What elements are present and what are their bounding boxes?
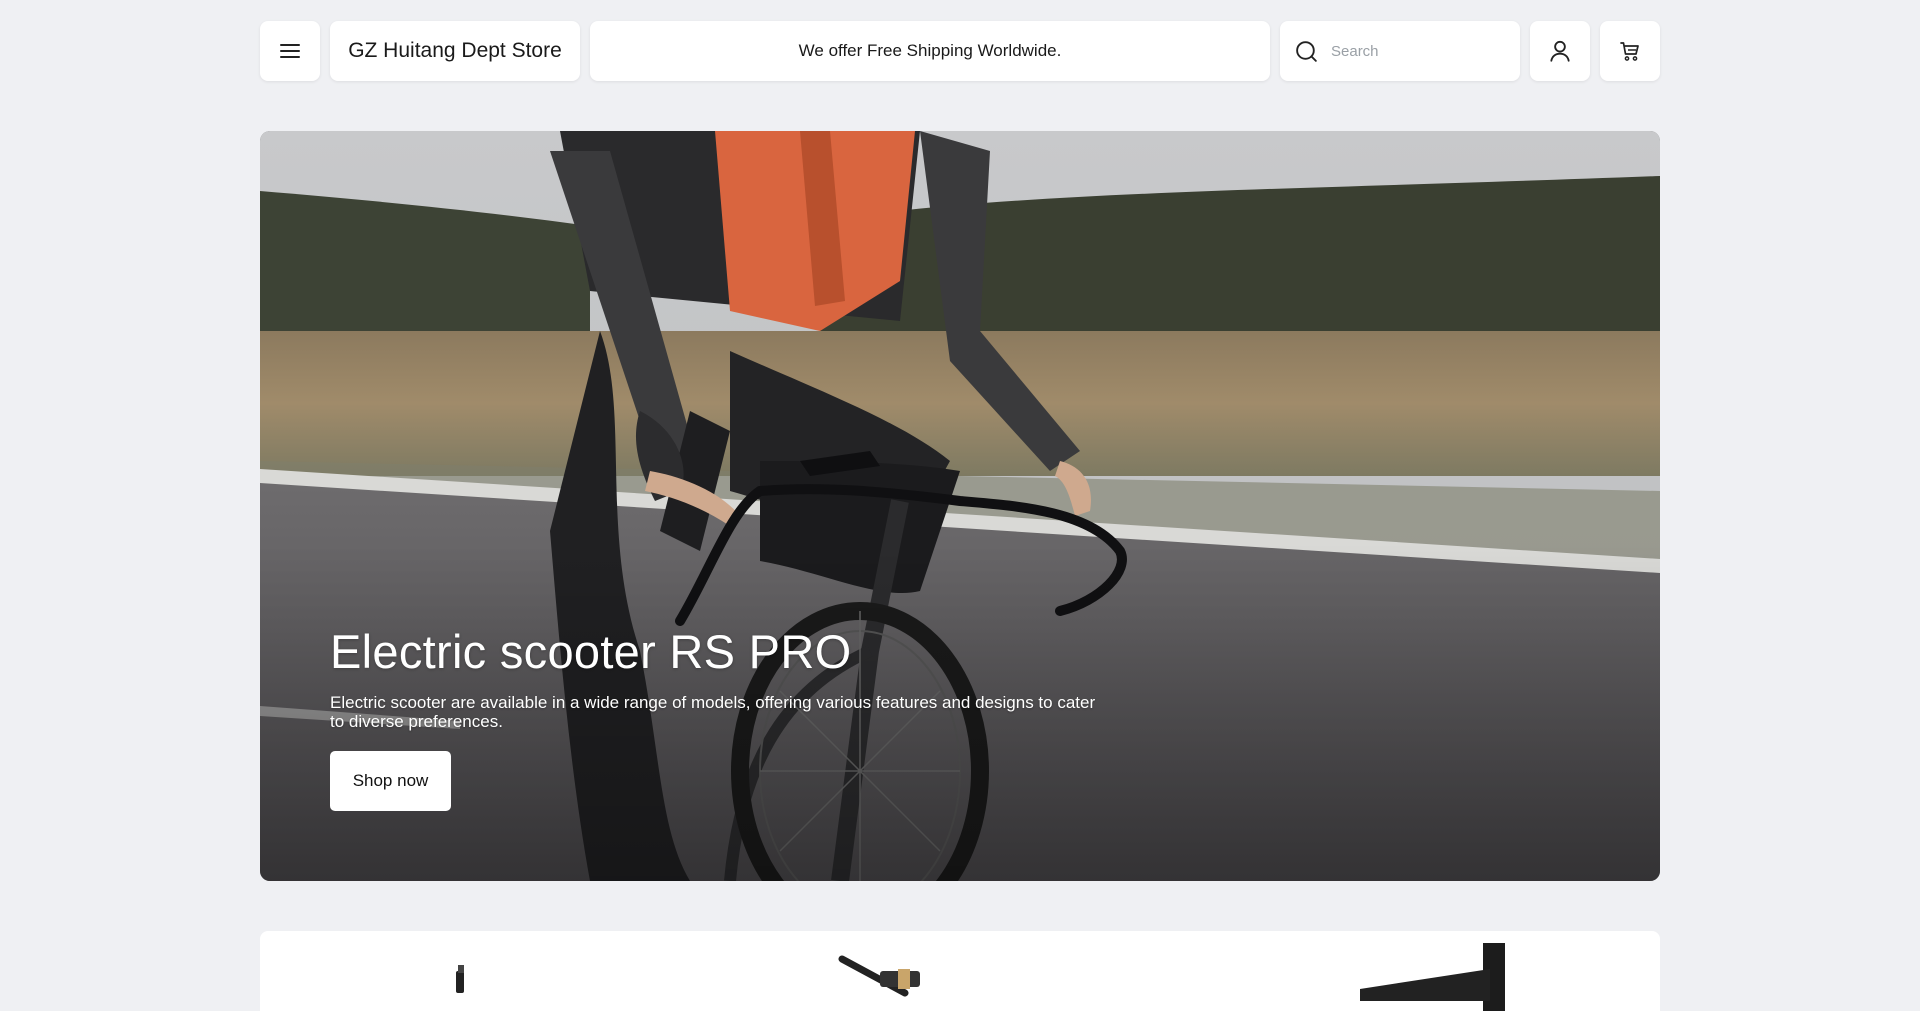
menu-icon xyxy=(280,44,300,58)
search-icon[interactable] xyxy=(1294,39,1319,64)
cart-button[interactable] xyxy=(1600,21,1660,81)
site-header: GZ Huitang Dept Store We offer Free Ship… xyxy=(260,21,1660,81)
announcement-text: We offer Free Shipping Worldwide. xyxy=(798,41,1062,60)
cart-icon xyxy=(1620,42,1639,61)
store-name: GZ Huitang Dept Store xyxy=(348,39,562,62)
announcement-bar: We offer Free Shipping Worldwide. xyxy=(590,21,1270,81)
product-image-2[interactable] xyxy=(838,955,920,997)
account-button[interactable] xyxy=(1530,21,1590,81)
hero-banner: Electric scooter RS PRO Electric scooter… xyxy=(260,131,1660,881)
user-icon xyxy=(1550,40,1570,62)
product-thumbnails xyxy=(456,943,1505,1011)
hero-title: Electric scooter RS PRO xyxy=(330,625,852,678)
shop-now-button[interactable]: Shop now xyxy=(330,751,451,811)
product-strip xyxy=(260,931,1660,1011)
store-brand[interactable]: GZ Huitang Dept Store xyxy=(330,21,580,81)
search-box[interactable] xyxy=(1280,21,1520,81)
hero-description: Electric scooter are available in a wide… xyxy=(330,693,1096,731)
product-image-3[interactable] xyxy=(1360,943,1505,1011)
product-image-1[interactable] xyxy=(456,965,464,993)
search-input[interactable] xyxy=(1331,42,1501,60)
menu-button[interactable] xyxy=(260,21,320,81)
hero-content: Electric scooter RS PRO Electric scooter… xyxy=(330,628,1110,811)
